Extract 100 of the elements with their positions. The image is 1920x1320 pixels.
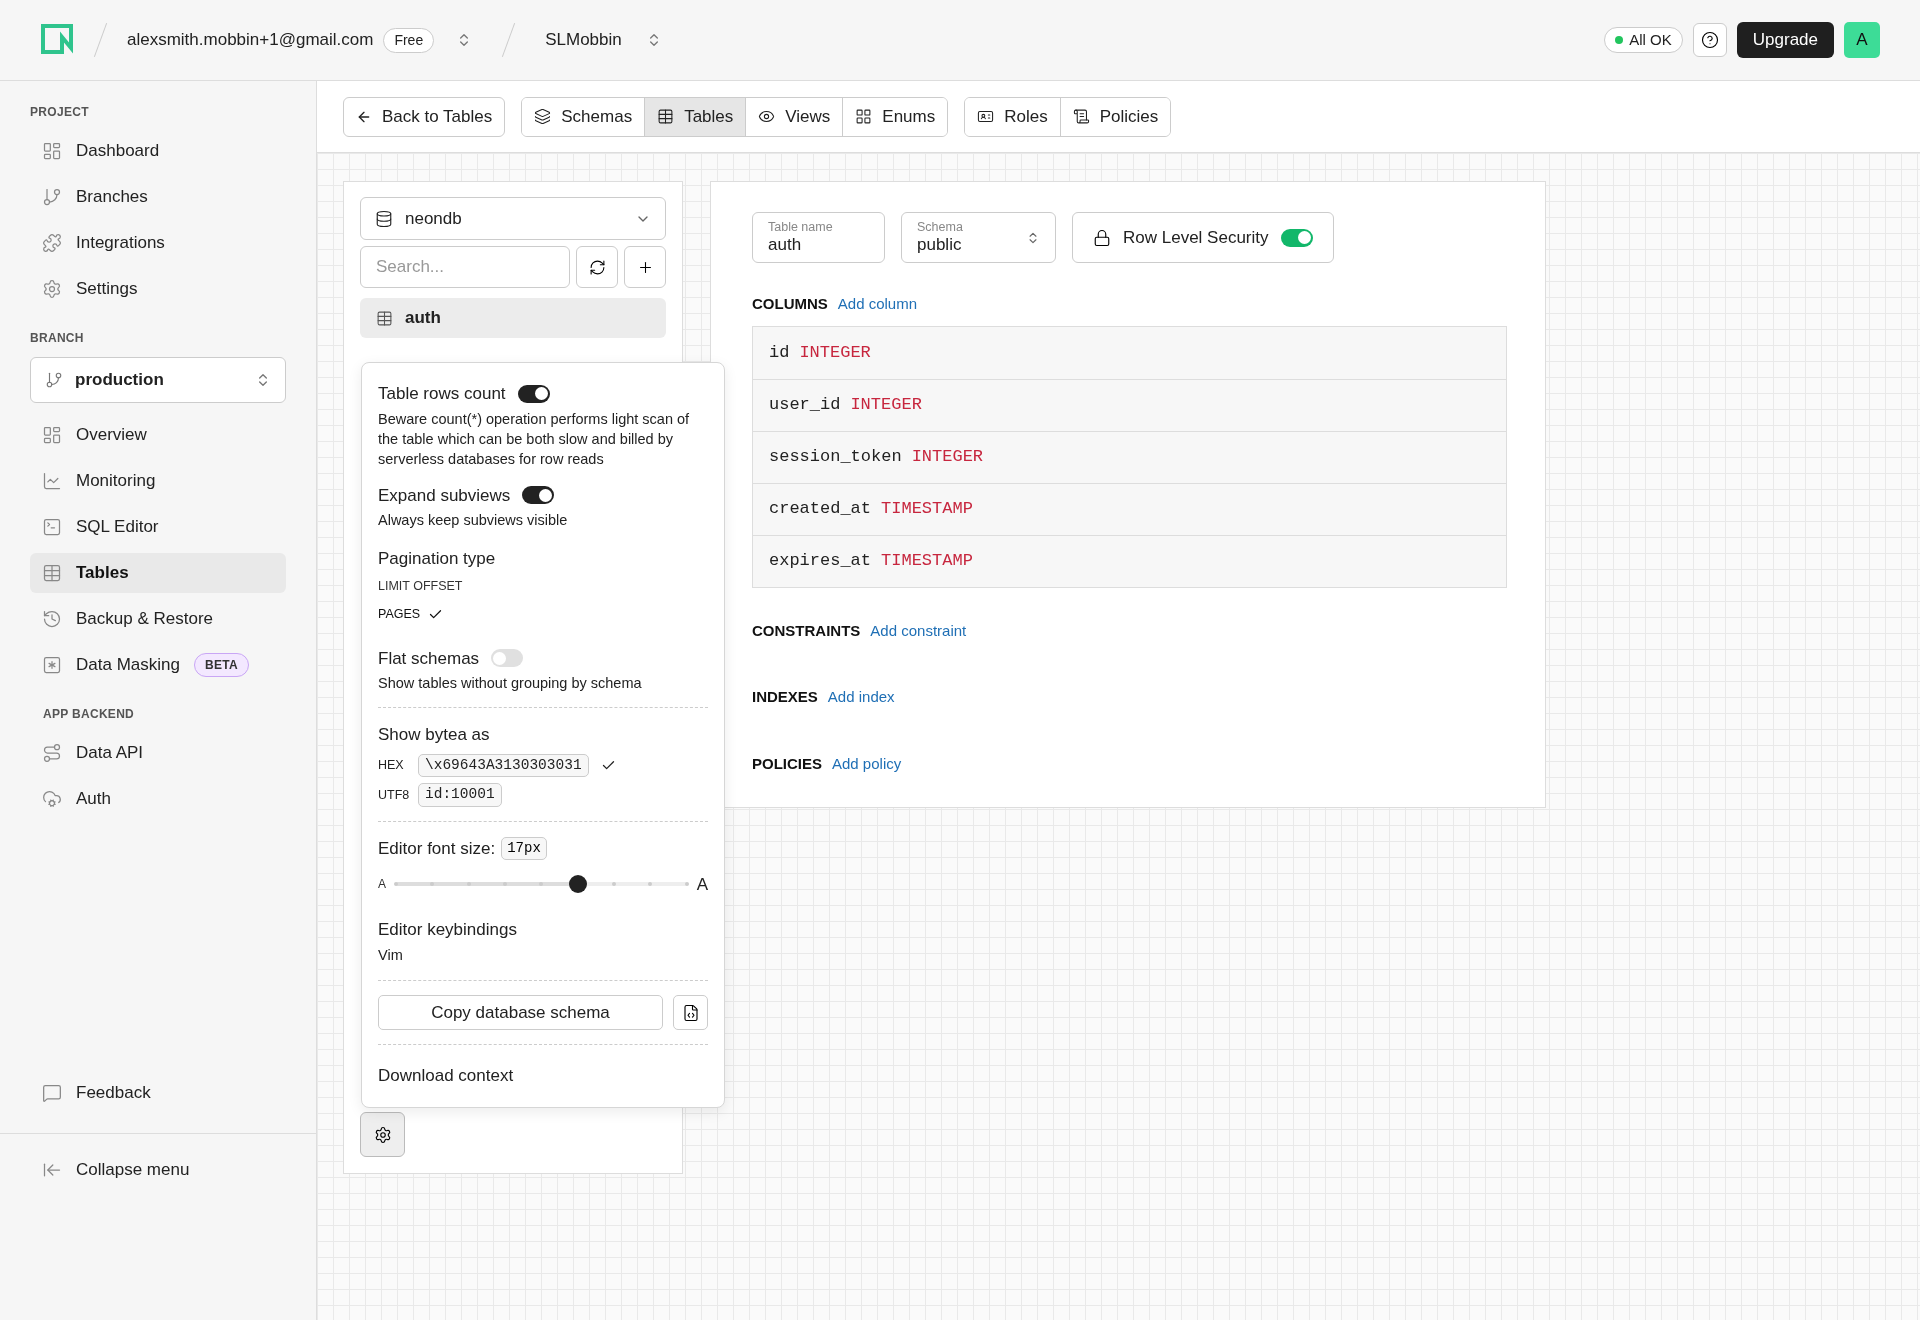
asterisk-square-icon [42,655,62,675]
code-file-button[interactable] [673,995,708,1031]
account-email: alexsmith.mobbin+1@gmail.com [127,29,374,52]
item-label: Branches [76,186,148,209]
grid-icon [855,108,873,125]
rls-control[interactable]: Row Level Security [1072,212,1334,263]
setting-label: Expand subviews [378,484,511,507]
table-name-field[interactable]: Table name auth [752,212,885,263]
sidebar-item[interactable]: Integrations [30,223,286,263]
table-list-item[interactable]: auth [360,298,666,338]
branch-icon [42,187,62,207]
sidebar-item[interactable]: Overview [30,415,286,455]
settings-button[interactable] [360,1112,405,1157]
sidebar-item[interactable]: Branches [30,177,286,217]
toggle-switch[interactable] [1280,228,1313,247]
item-label: Data API [76,742,144,765]
bytea-option[interactable]: UTF8 id:10001 [378,783,708,807]
keybinding-value[interactable]: Vim [378,944,708,967]
add-link[interactable]: Add policy [832,752,902,775]
item-label: Dashboard [76,140,160,163]
feedback-icon [42,1083,62,1103]
item-label: Integrations [76,232,165,255]
project-name: SLMobbin [545,29,622,52]
table-icon [657,108,675,125]
column-name: session_token [769,446,902,469]
column-name: user_id [769,394,841,417]
toggle-switch[interactable] [491,649,524,668]
item-label: SQL Editor [76,516,159,539]
table-icon [42,563,62,583]
setting-label: Show bytea as [378,724,491,746]
tab[interactable]: Tables [644,97,746,136]
upgrade-button[interactable]: Upgrade [1736,22,1834,58]
branch-icon [45,371,63,389]
sidebar-item[interactable]: Backup & Restore [30,599,286,639]
setting-label: Pagination type [378,548,497,570]
column-type: INTEGER [911,446,984,469]
item-label: Backup & Restore [76,608,213,631]
sidebar-item[interactable]: SQL Editor [30,507,286,547]
setting-label: Table rows count [378,383,506,405]
column-row[interactable]: session_token INTEGER [753,430,1506,483]
schema-select[interactable]: Schema public [901,212,1056,263]
branch-select[interactable]: production [30,357,286,403]
sidebar-item[interactable]: Auth [30,779,286,819]
column-name: expires_at [769,550,872,573]
section-heading: CONSTRAINTS [752,620,861,641]
column-type: INTEGER [799,341,871,364]
scroll-icon [1072,108,1090,125]
section-heading: POLICIES [752,753,822,774]
lock-icon [1093,228,1111,247]
small-a-label: A [378,876,386,894]
dashboard-icon [42,425,62,445]
column-type: TIMESTAMP [881,498,973,521]
collapse-menu-button[interactable]: Collapse menu [30,1150,286,1190]
font-size-slider[interactable] [396,874,687,895]
search-field[interactable]: Search... [360,246,570,288]
item-label: Data Masking [76,654,180,677]
sidebar-item[interactable]: Feedback [30,1073,286,1113]
tab[interactable]: Policies [1059,97,1171,136]
download-context-item[interactable]: Download context [378,1063,708,1089]
sidebar-item[interactable]: Monitoring [30,461,286,501]
pagination-option[interactable]: PAGES [378,601,444,628]
sidebar-item[interactable]: Dashboard [30,131,286,171]
plan-badge: Free [383,27,435,53]
help-icon [1700,31,1719,49]
sidebar-item[interactable]: Data Masking BETA [30,645,286,685]
column-name: created_at [769,498,872,521]
column-row[interactable]: id INTEGER [753,326,1506,379]
line-chart-icon [42,471,62,491]
database-select[interactable]: neondb [360,197,666,240]
back-button[interactable]: Back to Tables [343,96,506,137]
slider-thumb[interactable] [568,875,587,894]
item-label: Collapse menu [76,1159,190,1182]
add-link[interactable]: Add constraint [870,619,967,642]
sidebar-item[interactable]: Tables [30,553,286,593]
cloud-icon [42,789,62,809]
route-icon [42,743,62,763]
section-heading: COLUMNS [752,294,828,314]
column-row[interactable]: expires_at TIMESTAMP [753,534,1506,587]
setting-label: Editor font size: [378,838,496,860]
settings-icon [42,279,62,299]
column-row[interactable]: created_at TIMESTAMP [753,482,1506,535]
copy-schema-button[interactable]: Copy database schema [378,995,663,1031]
avatar[interactable]: A [1844,22,1880,58]
item-label: Monitoring [76,470,156,493]
toggle-switch[interactable] [517,384,550,403]
section-heading: BRANCH [30,330,85,347]
sidebar-item[interactable]: Settings [30,269,286,309]
toggle-switch[interactable] [522,486,555,505]
help-button[interactable] [1692,23,1727,57]
column-row[interactable]: user_id INTEGER [753,378,1506,431]
refresh-button[interactable] [576,246,618,288]
eye-icon [758,108,776,125]
section-heading: PROJECT [30,104,90,121]
add-link[interactable]: Add index [827,686,895,709]
sidebar-item[interactable]: Data API [30,733,286,773]
tab[interactable]: Enums [842,97,948,136]
add-link[interactable]: Add column [837,293,918,316]
status-pill[interactable]: All OK [1604,26,1683,54]
pagination-option[interactable]: LIMIT OFFSET [378,573,463,600]
terminal-icon [42,517,62,537]
